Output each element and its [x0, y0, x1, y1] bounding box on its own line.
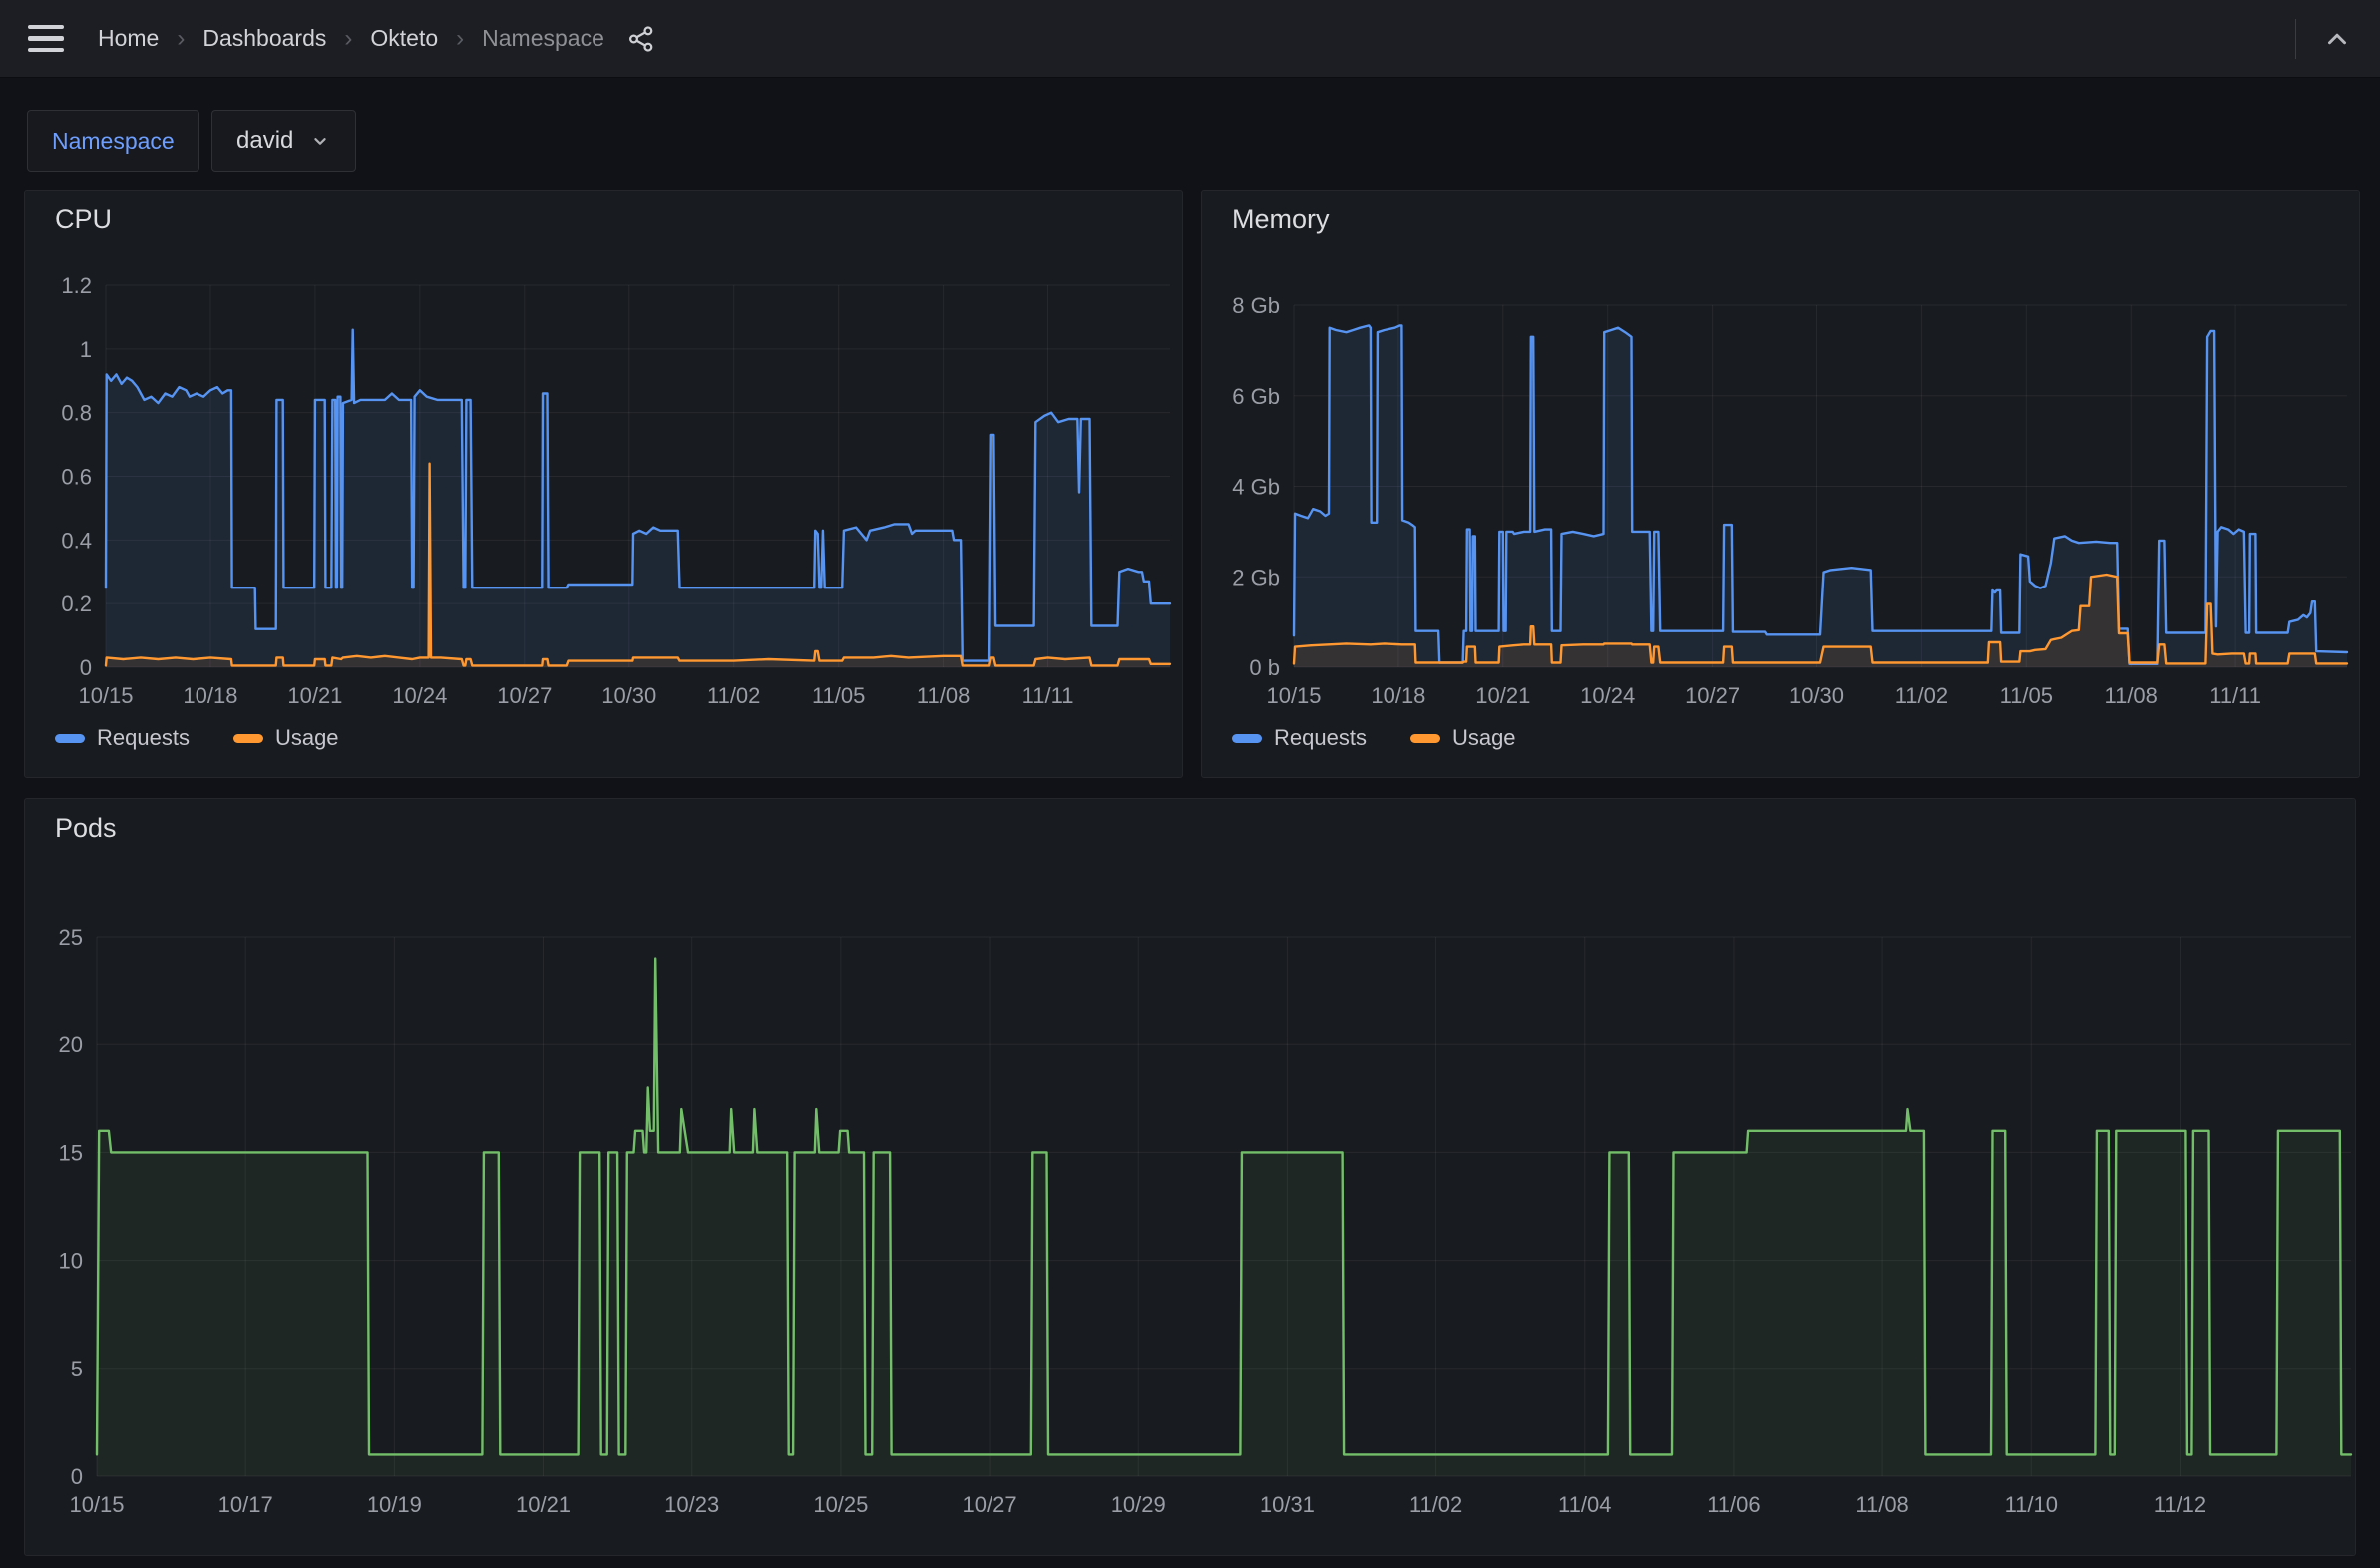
svg-text:8 Gb: 8 Gb: [1232, 293, 1280, 318]
svg-text:10/15: 10/15: [1266, 683, 1321, 708]
svg-text:10/21: 10/21: [516, 1492, 571, 1517]
svg-text:10/30: 10/30: [601, 683, 656, 708]
variable-namespace-value-dropdown[interactable]: david: [211, 110, 356, 172]
svg-text:11/11: 11/11: [1022, 683, 1074, 708]
svg-text:11/05: 11/05: [812, 683, 865, 708]
svg-text:20: 20: [59, 1032, 83, 1057]
breadcrumb-home[interactable]: Home: [98, 25, 159, 52]
legend-swatch-icon: [233, 734, 263, 743]
variable-label-text: Namespace: [52, 128, 175, 155]
svg-text:11/02: 11/02: [707, 683, 760, 708]
breadcrumb-namespace: Namespace: [482, 25, 604, 52]
svg-text:11/11: 11/11: [2209, 683, 2261, 708]
dashboard-controls: Namespace david Home: [0, 110, 2380, 172]
svg-text:0.6: 0.6: [61, 465, 92, 490]
svg-text:10/18: 10/18: [1371, 683, 1425, 708]
svg-text:11/02: 11/02: [1409, 1492, 1462, 1517]
svg-text:25: 25: [59, 925, 83, 950]
breadcrumb: Home › Dashboards › Okteto › Namespace: [98, 25, 604, 53]
chevron-down-icon: [309, 130, 331, 152]
svg-text:11/12: 11/12: [2154, 1492, 2206, 1517]
svg-text:10/30: 10/30: [1789, 683, 1844, 708]
svg-text:1: 1: [80, 337, 92, 362]
svg-text:4 Gb: 4 Gb: [1232, 475, 1280, 500]
svg-text:10/23: 10/23: [664, 1492, 719, 1517]
breadcrumb-dashboards[interactable]: Dashboards: [202, 25, 326, 52]
cpu-chart[interactable]: 1.2 1 0.8 0.6 0.4 0.2 0 10/15 10/18 10/21 10/24 10/…: [25, 191, 1184, 779]
svg-text:10/15: 10/15: [78, 683, 133, 708]
breadcrumb-separator-icon: ›: [344, 25, 352, 53]
svg-text:11/08: 11/08: [2104, 683, 2157, 708]
svg-text:11/08: 11/08: [917, 683, 970, 708]
svg-text:11/06: 11/06: [1707, 1492, 1760, 1517]
svg-text:0.2: 0.2: [61, 591, 92, 616]
svg-text:11/05: 11/05: [2000, 683, 2053, 708]
legend-item-usage[interactable]: Usage: [233, 725, 339, 751]
svg-text:10/25: 10/25: [813, 1492, 868, 1517]
svg-text:10/21: 10/21: [1475, 683, 1530, 708]
legend-label: Requests: [1274, 725, 1367, 751]
menu-icon[interactable]: [28, 25, 64, 53]
breadcrumb-okteto[interactable]: Okteto: [370, 25, 438, 52]
pods-chart[interactable]: 25 20 15 10 5 0 10/15 10/17 10/19 10/21 10/23 10/25…: [25, 799, 2357, 1557]
svg-text:0: 0: [80, 655, 92, 680]
svg-text:10/27: 10/27: [963, 1492, 1017, 1517]
legend-swatch-icon: [1232, 734, 1262, 743]
svg-text:0 b: 0 b: [1249, 655, 1280, 680]
variable-namespace-label[interactable]: Namespace: [27, 110, 199, 172]
svg-text:1.2: 1.2: [61, 273, 92, 298]
legend-label: Usage: [275, 725, 339, 751]
svg-text:2 Gb: 2 Gb: [1232, 565, 1280, 589]
svg-text:10/24: 10/24: [1580, 683, 1635, 708]
svg-text:10/15: 10/15: [69, 1492, 124, 1517]
svg-text:10/17: 10/17: [218, 1492, 273, 1517]
svg-text:11/04: 11/04: [1558, 1492, 1611, 1517]
top-navbar: Home › Dashboards › Okteto › Namespace: [0, 0, 2380, 78]
legend-item-usage[interactable]: Usage: [1410, 725, 1516, 751]
svg-text:11/08: 11/08: [1855, 1492, 1908, 1517]
svg-text:10/24: 10/24: [392, 683, 447, 708]
svg-text:0.8: 0.8: [61, 401, 92, 426]
legend-swatch-icon: [1410, 734, 1440, 743]
svg-text:10/31: 10/31: [1260, 1492, 1315, 1517]
svg-text:6 Gb: 6 Gb: [1232, 384, 1280, 409]
svg-text:10/18: 10/18: [183, 683, 237, 708]
memory-chart[interactable]: 8 Gb 6 Gb 4 Gb 2 Gb 0 b 10/15 10/18 10/21 10/24 1…: [1202, 191, 2361, 779]
svg-text:5: 5: [71, 1357, 83, 1381]
variable-value-text: david: [236, 127, 293, 155]
breadcrumb-separator-icon: ›: [177, 25, 185, 53]
panel-pods: Pods 252015105010/1510/1710/1910/2110/23…: [24, 798, 2356, 1556]
svg-text:10/27: 10/27: [1685, 683, 1740, 708]
panel-cpu: CPU 1.210.80.60.40.2010/1510/1810/2110/2…: [24, 190, 1183, 778]
svg-text:0: 0: [71, 1464, 83, 1489]
breadcrumb-separator-icon: ›: [456, 25, 464, 53]
panel-memory: Memory 8 Gb6 Gb4 Gb2 Gb0 b10/1510/1810/2…: [1201, 190, 2360, 778]
svg-text:10/19: 10/19: [367, 1492, 422, 1517]
svg-text:15: 15: [59, 1140, 83, 1165]
legend-item-requests[interactable]: Requests: [55, 725, 190, 751]
share-icon[interactable]: [626, 24, 656, 54]
svg-text:10/21: 10/21: [287, 683, 342, 708]
svg-text:11/10: 11/10: [2005, 1492, 2058, 1517]
svg-text:11/02: 11/02: [1895, 683, 1948, 708]
cpu-legend: Requests Usage: [55, 725, 339, 751]
legend-label: Usage: [1452, 725, 1516, 751]
legend-label: Requests: [97, 725, 190, 751]
svg-text:10: 10: [59, 1249, 83, 1274]
svg-text:10/29: 10/29: [1111, 1492, 1166, 1517]
svg-text:0.4: 0.4: [61, 528, 92, 553]
navbar-divider: [2295, 19, 2296, 59]
svg-text:10/27: 10/27: [497, 683, 552, 708]
legend-swatch-icon: [55, 734, 85, 743]
chevron-up-icon[interactable]: [2322, 24, 2352, 54]
legend-item-requests[interactable]: Requests: [1232, 725, 1367, 751]
memory-legend: Requests Usage: [1232, 725, 1516, 751]
